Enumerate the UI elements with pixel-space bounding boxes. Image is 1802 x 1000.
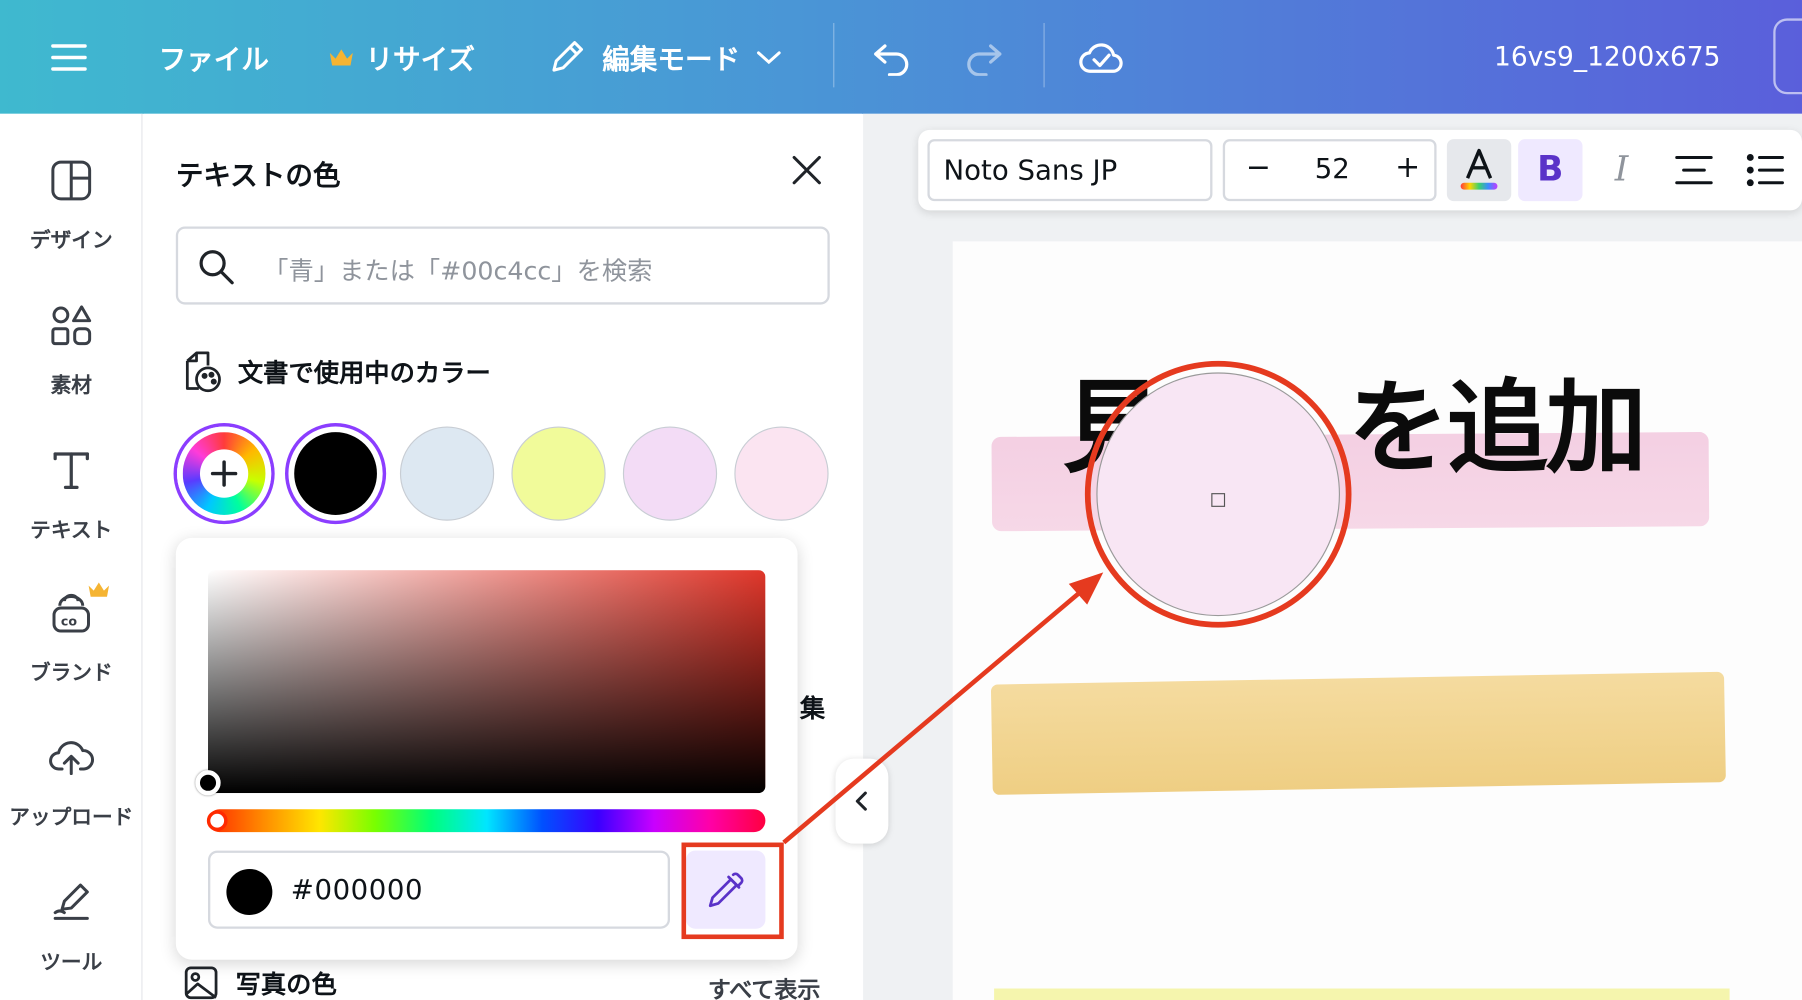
magnifier-color-sample bbox=[1096, 372, 1341, 617]
app-window: ファイル リサイズ 編集モード 16vs9_1200x675 デザイン 素材 テ… bbox=[0, 0, 1802, 1000]
crosshair-square bbox=[1211, 493, 1226, 507]
annotation-arrow-line bbox=[782, 584, 1089, 845]
magnifier-loupe bbox=[1084, 360, 1352, 628]
annotation-overlay bbox=[782, 572, 1104, 845]
